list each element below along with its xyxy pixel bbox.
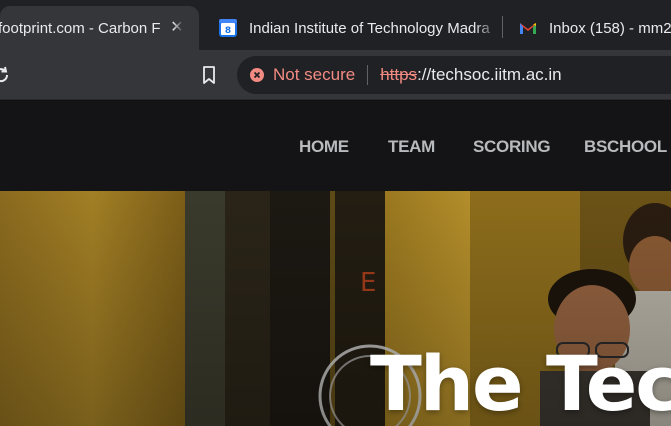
tab-title: footprint.com - Carbon F <box>0 19 161 37</box>
tab-separator <box>502 16 503 38</box>
omnibox-divider <box>367 65 369 85</box>
nav-scoring[interactable]: SCORING <box>473 137 551 157</box>
gmail-icon <box>520 23 536 34</box>
tab-active[interactable]: footprint.com - Carbon F ✕ <box>0 6 199 50</box>
tab-title-fade <box>474 6 500 50</box>
tab-gmail[interactable]: Inbox (158) - mm2 <box>518 6 671 50</box>
url-host: ://techsoc.iitm.ac.in <box>417 65 562 84</box>
tab-title: Inbox (158) - mm2 <box>549 19 671 37</box>
bookmark-icon[interactable] <box>198 64 220 86</box>
tab-title-fade <box>173 6 183 50</box>
url-scheme: https <box>380 65 418 84</box>
security-label[interactable]: Not secure <box>273 65 355 85</box>
site-header: HOME TEAM SCORING BSCHOOL <box>0 101 671 191</box>
tab-iitm[interactable]: 8 Indian Institute of Technology Madra <box>218 6 500 50</box>
nav-home[interactable]: HOME <box>299 137 349 157</box>
svg-text:8: 8 <box>225 26 231 36</box>
address-bar[interactable]: Not secure https://techsoc.iitm.ac.in <box>237 56 671 94</box>
tab-title: Indian Institute of Technology Madra <box>249 19 490 37</box>
browser-toolbar: Not secure https://techsoc.iitm.ac.in <box>0 50 671 100</box>
tab-strip: footprint.com - Carbon F ✕ 8 Indian Inst… <box>0 0 671 50</box>
reload-icon[interactable] <box>0 64 12 86</box>
nav-team[interactable]: TEAM <box>388 137 435 157</box>
nav-bschool[interactable]: BSCHOOL <box>584 137 667 157</box>
hero-banner: E The Tech <box>0 191 671 426</box>
calendar-icon: 8 <box>219 19 237 37</box>
hero-title: The Tech <box>370 339 671 426</box>
not-secure-icon[interactable] <box>249 67 265 83</box>
